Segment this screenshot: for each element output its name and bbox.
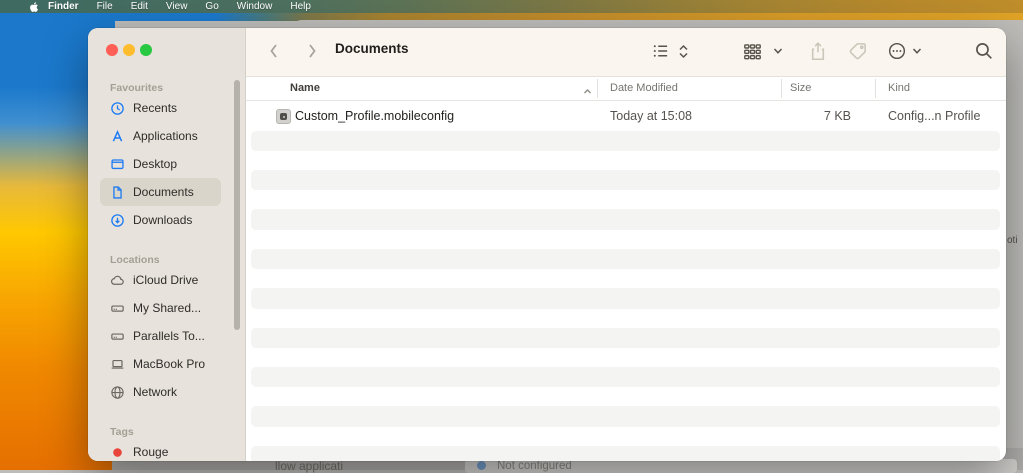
sidebar-item-macbook-pro[interactable]: MacBook Pro	[100, 350, 221, 378]
window-title: Documents	[335, 41, 409, 56]
column-divider[interactable]	[597, 79, 598, 98]
menu-item-file[interactable]: File	[88, 1, 122, 12]
minimize-button[interactable]	[123, 44, 135, 56]
file-size: 7 KB	[823, 109, 851, 123]
harddrive-icon	[110, 329, 125, 344]
mobileconfig-file-icon	[276, 109, 291, 124]
desktop-icon	[110, 157, 125, 172]
back-button[interactable]	[266, 40, 282, 67]
clock-icon	[110, 101, 125, 116]
sidebar-item-tag-rouge[interactable]: Rouge	[100, 438, 221, 461]
sidebar-section-tags: Tags	[110, 426, 134, 438]
sidebar-item-label: Parallels To...	[133, 329, 205, 343]
sidebar-item-label: iCloud Drive	[133, 273, 199, 287]
sidebar-item-label: Network	[133, 385, 178, 399]
background-blue-icon	[477, 461, 486, 470]
row-stripe	[251, 366, 1000, 388]
sidebar-item-recents[interactable]: Recents	[100, 94, 221, 122]
row-stripe	[251, 169, 1000, 191]
file-row[interactable]: Custom_Profile.mobileconfig Today at 15:…	[246, 101, 1006, 131]
column-divider[interactable]	[875, 79, 876, 98]
menu-item-go[interactable]: Go	[196, 1, 227, 12]
sidebar-item-label: Recents	[133, 101, 178, 115]
sidebar-scrollbar[interactable]	[234, 80, 240, 330]
sort-ascending-icon[interactable]	[582, 84, 593, 102]
menu-item-window[interactable]: Window	[228, 1, 282, 12]
cloud-icon	[110, 273, 125, 288]
sidebar-item-label: Documents	[133, 185, 194, 199]
harddrive-icon	[110, 301, 125, 316]
menu-item-help[interactable]: Help	[281, 1, 320, 12]
row-stripe	[251, 327, 1000, 348]
forward-button[interactable]	[304, 40, 320, 67]
sidebar-section-locations: Locations	[110, 254, 160, 266]
menu-item-edit[interactable]: Edit	[122, 1, 157, 12]
file-kind: Config...n Profile	[888, 109, 981, 123]
column-divider[interactable]	[781, 79, 782, 98]
menu-bar: Finder File Edit View Go Window Help	[0, 0, 1023, 13]
column-header-kind[interactable]: Kind	[888, 82, 910, 94]
column-header-size[interactable]: Size	[790, 82, 811, 94]
close-button[interactable]	[106, 44, 118, 56]
sidebar-item-label: Desktop	[133, 157, 178, 171]
background-text-fragment: Not configured	[497, 460, 572, 472]
sidebar-item-label: Downloads	[133, 213, 193, 227]
sidebar-item-parallels[interactable]: Parallels To...	[100, 322, 221, 350]
chevron-up-down-icon[interactable]	[677, 44, 690, 59]
sidebar-item-label: Applications	[133, 129, 198, 143]
laptop-icon	[110, 357, 125, 372]
finder-window: Favourites Recents Applications Desktop	[88, 28, 1006, 461]
row-stripe	[251, 406, 1000, 427]
globe-icon	[110, 385, 125, 400]
document-icon	[110, 185, 125, 200]
sidebar-item-applications[interactable]: Applications	[100, 122, 221, 150]
sidebar-item-label: MacBook Pro	[133, 357, 206, 371]
sidebar-item-downloads[interactable]: Downloads	[100, 206, 221, 234]
group-view-icon[interactable]	[742, 41, 763, 62]
background-text-fragment: oti	[1007, 235, 1018, 246]
sidebar-item-label: My Shared...	[133, 301, 202, 315]
search-icon[interactable]	[974, 41, 994, 61]
apple-menu[interactable]	[28, 1, 39, 13]
sidebar: Favourites Recents Applications Desktop	[88, 28, 246, 461]
row-stripe	[251, 445, 1000, 461]
share-icon[interactable]	[808, 41, 828, 62]
menu-item-finder[interactable]: Finder	[39, 1, 88, 12]
download-icon	[110, 213, 125, 228]
list-view-icon[interactable]	[651, 41, 671, 61]
sidebar-item-desktop[interactable]: Desktop	[100, 150, 221, 178]
sidebar-item-network[interactable]: Network	[100, 378, 221, 406]
column-header-name[interactable]: Name	[290, 82, 320, 94]
menu-item-view[interactable]: View	[157, 1, 197, 12]
red-tag-icon	[110, 445, 125, 460]
row-stripe	[251, 130, 1000, 151]
row-stripe	[251, 209, 1000, 230]
sidebar-item-my-shared[interactable]: My Shared...	[100, 294, 221, 322]
sidebar-item-label: Rouge	[133, 445, 169, 459]
chevron-down-icon[interactable]	[772, 45, 784, 57]
file-date-modified: Today at 15:08	[610, 109, 693, 123]
sidebar-item-documents[interactable]: Documents	[100, 178, 221, 206]
file-name: Custom_Profile.mobileconfig	[295, 109, 455, 123]
background-text-fragment: llow applicati	[275, 459, 344, 473]
zoom-button[interactable]	[140, 44, 152, 56]
sidebar-section-favourites: Favourites	[110, 82, 164, 94]
tag-icon[interactable]	[848, 41, 868, 61]
sidebar-item-icloud-drive[interactable]: iCloud Drive	[100, 266, 221, 294]
column-header-date-modified[interactable]: Date Modified	[610, 82, 678, 94]
apple-icon	[30, 1, 39, 12]
chevron-down-icon[interactable]	[911, 45, 923, 57]
more-options-icon[interactable]	[887, 41, 907, 61]
row-stripe	[251, 248, 1000, 270]
row-stripe	[251, 288, 1000, 309]
applications-icon	[110, 129, 125, 144]
